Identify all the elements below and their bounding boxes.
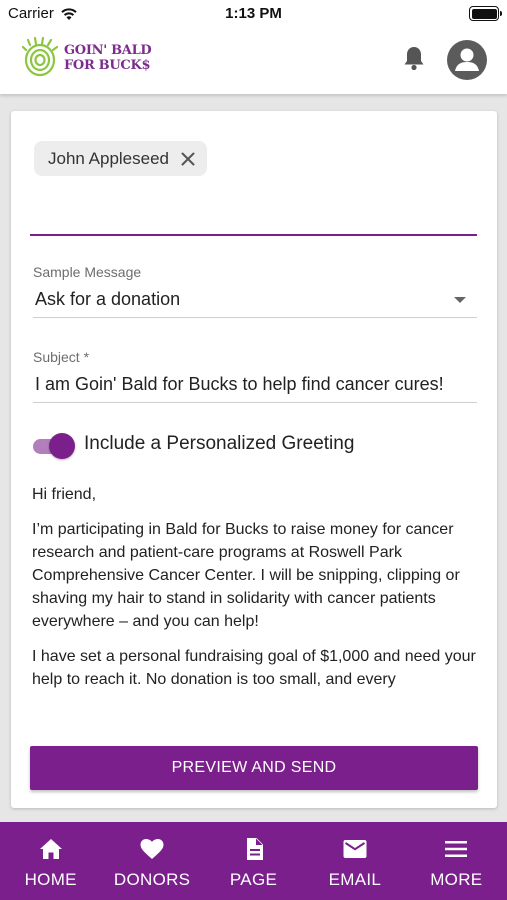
sample-message-underline xyxy=(33,317,477,318)
tab-donors[interactable]: DONORS xyxy=(101,822,202,900)
tab-label: PAGE xyxy=(229,870,278,889)
app-logo[interactable]: GOIN' BALD FOR BUCK$ xyxy=(20,36,152,80)
battery-icon xyxy=(469,6,502,21)
subject-underline xyxy=(33,402,477,403)
chevron-down-icon[interactable] xyxy=(454,297,466,303)
message-body[interactable]: Hi friend, I’m participating in Bald for… xyxy=(32,483,477,700)
message-greeting: Hi friend, xyxy=(32,486,97,503)
status-bar: Carrier 1:13 PM xyxy=(0,0,507,28)
tab-more[interactable]: MORE xyxy=(406,822,507,900)
tab-label: DONORS xyxy=(113,870,191,889)
logo-text: GOIN' BALD FOR BUCK$ xyxy=(64,43,152,73)
tab-email[interactable]: EMAIL xyxy=(304,822,405,900)
greeting-toggle-label: Include a Personalized Greeting xyxy=(84,433,355,454)
message-paragraph: I have set a personal fundraising goal o… xyxy=(32,648,476,688)
email-icon xyxy=(343,840,367,858)
tab-page[interactable]: PAGE xyxy=(203,822,304,900)
profile-avatar[interactable] xyxy=(447,40,487,80)
recipient-chip[interactable]: John Appleseed xyxy=(34,141,207,176)
tab-label: EMAIL xyxy=(328,870,382,889)
sample-message-select[interactable]: Ask for a donation xyxy=(35,289,180,310)
greeting-toggle[interactable] xyxy=(31,432,77,459)
page-icon xyxy=(246,838,263,860)
sample-message-label: Sample Message xyxy=(33,264,142,280)
status-time: 1:13 PM xyxy=(225,5,282,22)
subject-input[interactable]: I am Goin' Bald for Bucks to help find c… xyxy=(35,374,444,395)
tab-label: MORE xyxy=(430,870,483,889)
heart-icon xyxy=(140,839,164,859)
preview-and-send-button[interactable]: PREVIEW AND SEND xyxy=(30,746,478,790)
logo-line-2: FOR BUCK$ xyxy=(64,58,151,73)
app-header: GOIN' BALD FOR BUCK$ xyxy=(0,28,507,94)
user-icon xyxy=(455,48,479,71)
bottom-tab-bar: HOME DONORS PAGE EMAIL MORE xyxy=(0,822,507,900)
tab-home[interactable]: HOME xyxy=(0,822,101,900)
menu-icon xyxy=(445,841,468,857)
message-paragraph: I’m participating in Bald for Bucks to r… xyxy=(32,521,460,630)
recipient-input-underline[interactable] xyxy=(30,234,477,236)
tab-label: HOME xyxy=(24,870,77,889)
recipient-name: John Appleseed xyxy=(48,148,169,168)
toggle-thumb xyxy=(49,433,75,459)
bell-icon[interactable] xyxy=(402,45,426,71)
home-icon xyxy=(39,839,62,859)
compose-email-card: John Appleseed Sample Message Ask for a … xyxy=(11,111,497,808)
subject-label: Subject * xyxy=(33,349,90,365)
logo-line-1: GOIN' BALD xyxy=(64,43,152,58)
close-icon[interactable] xyxy=(181,152,195,166)
logo-mark-icon xyxy=(21,36,59,77)
